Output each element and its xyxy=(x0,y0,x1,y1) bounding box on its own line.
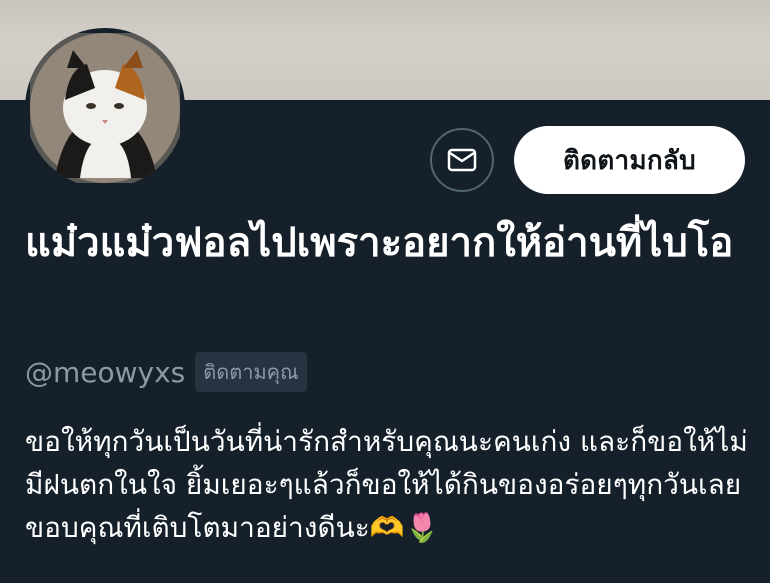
cat-photo xyxy=(30,33,180,183)
envelope-icon xyxy=(447,148,477,172)
message-button[interactable] xyxy=(430,128,494,192)
profile-avatar[interactable] xyxy=(25,28,185,188)
profile-bio: ขอให้ทุกวันเป็นวันที่น่ารักสำหรับคุณนะคน… xyxy=(25,425,748,544)
follows-you-badge: ติดตามคุณ xyxy=(195,352,307,392)
user-handle: @meowyxs xyxy=(25,355,186,389)
follow-back-button[interactable]: ติดตามกลับ xyxy=(514,126,745,194)
display-name: แม๋วแม๋วฟอลไปเพราะอยากให้อ่านที่ไบโอ xyxy=(25,220,734,266)
handle-row: @meowyxs ติดตามคุณ xyxy=(25,352,307,392)
